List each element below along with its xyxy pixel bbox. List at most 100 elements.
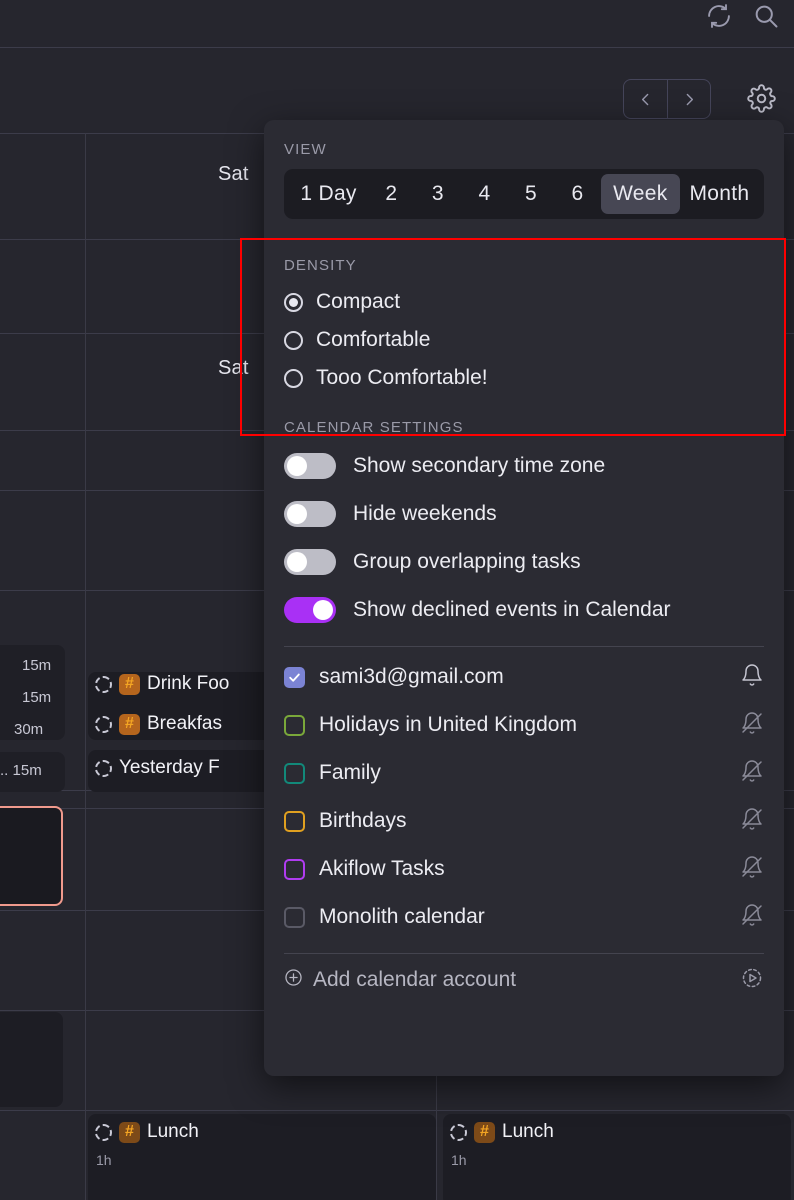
plus-circle-icon <box>284 968 303 992</box>
density-label: Comfortable <box>316 328 431 351</box>
event-row[interactable]: Yesterday F <box>95 757 220 779</box>
checkbox-icon[interactable] <box>284 906 305 928</box>
calendar-label: Holidays in United Kingdom <box>319 713 577 736</box>
view-section-label: VIEW <box>284 141 327 158</box>
toggle-row-hide-weekends[interactable]: Hide weekends <box>284 490 764 538</box>
task-circle-icon[interactable] <box>450 1123 467 1141</box>
day-label: Sat <box>218 357 249 379</box>
bell-icon[interactable] <box>740 663 764 692</box>
calendar-item-holidays-uk[interactable]: Holidays in United Kingdom <box>284 701 764 749</box>
task-duration-prefixed: .. 15m <box>0 762 42 779</box>
view-option-week[interactable]: Week <box>600 174 680 214</box>
hash-badge: # <box>119 713 140 735</box>
event-row[interactable]: # Drink Foo <box>95 673 229 695</box>
bell-off-icon[interactable] <box>740 711 764 740</box>
event-title: Yesterday F <box>119 757 220 778</box>
density-label: Tooo Comfortable! <box>316 366 488 389</box>
view-option-2[interactable]: 2 <box>368 174 415 214</box>
next-period-button[interactable] <box>667 80 710 118</box>
toggle-switch[interactable] <box>284 453 336 479</box>
calendar-item-sami3d[interactable]: sami3d@gmail.com <box>284 653 764 701</box>
calendar-label: Akiflow Tasks <box>319 857 445 880</box>
panel-divider <box>284 646 764 647</box>
selected-time-slot[interactable] <box>0 806 63 906</box>
grid-tick <box>85 188 86 238</box>
toggle-switch[interactable] <box>284 597 336 623</box>
toggle-switch[interactable] <box>284 501 336 527</box>
task-duration: 15m <box>22 657 52 674</box>
checkbox-icon[interactable] <box>284 810 305 832</box>
view-option-4[interactable]: 4 <box>461 174 508 214</box>
date-nav-group[interactable] <box>623 79 711 119</box>
task-prefix: .. <box>0 762 9 779</box>
radio-icon[interactable] <box>284 330 303 350</box>
sync-icon[interactable] <box>705 2 733 35</box>
day-label: Sat <box>218 163 249 185</box>
toggle-row-show-secondary-time-zone[interactable]: Show secondary time zone <box>284 442 764 490</box>
grid-tick <box>85 382 86 442</box>
task-circle-icon[interactable] <box>95 675 112 693</box>
bell-off-icon[interactable] <box>740 855 764 884</box>
gear-icon[interactable] <box>747 84 776 118</box>
toggle-row-group-overlapping-tasks[interactable]: Group overlapping tasks <box>284 538 764 586</box>
event-title: Lunch <box>502 1121 554 1142</box>
view-option-5[interactable]: 5 <box>508 174 555 214</box>
radio-icon[interactable] <box>284 292 303 312</box>
bell-off-icon[interactable] <box>740 903 764 932</box>
calendar-item-family[interactable]: Family <box>284 749 764 797</box>
calendar-item-akiflow-tasks[interactable]: Akiflow Tasks <box>284 845 764 893</box>
view-option-6[interactable]: 6 <box>554 174 601 214</box>
checkbox-icon[interactable] <box>284 858 305 880</box>
bell-off-icon[interactable] <box>740 759 764 788</box>
view-option-3[interactable]: 3 <box>415 174 462 214</box>
view-segmented-control[interactable]: 1 Day 2 3 4 5 6 Week Month <box>284 169 764 219</box>
hash-badge: # <box>119 673 140 695</box>
task-duration: 15m <box>22 689 52 706</box>
grid-line <box>0 47 794 48</box>
task-circle-icon[interactable] <box>95 759 112 777</box>
event-duration: 1h <box>451 1152 467 1168</box>
add-calendar-account-label: Add calendar account <box>313 968 517 991</box>
toggle-switch[interactable] <box>284 549 336 575</box>
toggle-label: Group overlapping tasks <box>353 550 581 573</box>
density-option-tooo-comfortable[interactable]: Tooo Comfortable! <box>284 359 764 397</box>
event-row[interactable]: # Lunch <box>95 1121 199 1143</box>
prev-period-button[interactable] <box>624 80 667 118</box>
hash-badge: # <box>474 1121 495 1143</box>
density-option-compact[interactable]: Compact <box>284 283 764 321</box>
calendar-item-birthdays[interactable]: Birthdays <box>284 797 764 845</box>
add-calendar-account-button[interactable]: Add calendar account <box>284 954 764 1006</box>
event-row[interactable]: # Lunch <box>450 1121 554 1143</box>
density-label: Compact <box>316 290 401 313</box>
view-option-1-day[interactable]: 1 Day <box>289 174 368 214</box>
calendar-label: sami3d@gmail.com <box>319 665 504 688</box>
event-title: Drink Foo <box>147 673 230 694</box>
calendar-label: Birthdays <box>319 809 407 832</box>
search-icon[interactable] <box>752 2 780 35</box>
checkbox-icon[interactable] <box>284 666 305 688</box>
toggle-row-show-declined-events[interactable]: Show declined events in Calendar <box>284 586 764 634</box>
calendar-settings-popover: VIEW 1 Day 2 3 4 5 6 Week Month DENSITY … <box>264 120 784 1076</box>
toggle-label: Show declined events in Calendar <box>353 598 671 621</box>
checkbox-icon[interactable] <box>284 714 305 736</box>
view-option-month[interactable]: Month <box>680 174 759 214</box>
calendar-label: Family <box>319 761 381 784</box>
event-block[interactable] <box>0 1012 63 1107</box>
task-duration: 15m <box>12 762 42 779</box>
event-title: Breakfas <box>147 713 222 734</box>
density-section-label: DENSITY <box>284 257 357 274</box>
event-row[interactable]: # Breakfas <box>95 713 222 735</box>
checkbox-icon[interactable] <box>284 762 305 784</box>
grid-line <box>0 1110 794 1111</box>
toggle-label: Hide weekends <box>353 502 497 525</box>
density-option-comfortable[interactable]: Comfortable <box>284 321 764 359</box>
calendar-item-monolith-calendar[interactable]: Monolith calendar <box>284 893 764 941</box>
clock-play-icon[interactable] <box>740 966 764 995</box>
event-duration: 1h <box>96 1152 112 1168</box>
task-duration: 30m <box>14 721 44 738</box>
calendar-settings-section-label: CALENDAR SETTINGS <box>284 419 464 436</box>
task-circle-icon[interactable] <box>95 715 112 733</box>
bell-off-icon[interactable] <box>740 807 764 836</box>
task-circle-icon[interactable] <box>95 1123 112 1141</box>
radio-icon[interactable] <box>284 368 303 388</box>
